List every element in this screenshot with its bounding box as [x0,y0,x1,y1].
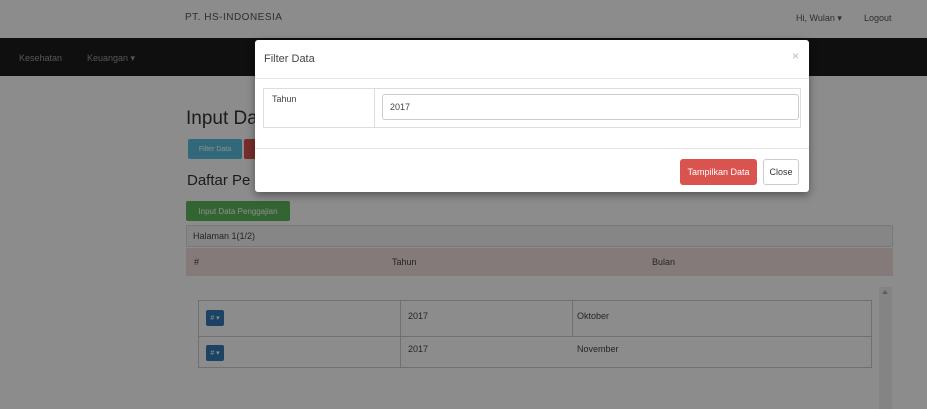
tahun-label: Tahun [272,94,297,104]
filter-data-modal: Filter Data × Tahun Tampilkan Data Close [255,40,809,192]
close-button[interactable]: Close [763,159,799,185]
tampilkan-data-button[interactable]: Tampilkan Data [680,159,757,185]
modal-header-divider [255,78,809,79]
filter-form: Tahun [263,88,801,128]
modal-title: Filter Data [264,53,315,65]
tahun-input[interactable] [382,94,799,120]
modal-footer-divider [255,148,809,149]
close-icon[interactable]: × [792,49,799,63]
form-divider [374,89,375,127]
